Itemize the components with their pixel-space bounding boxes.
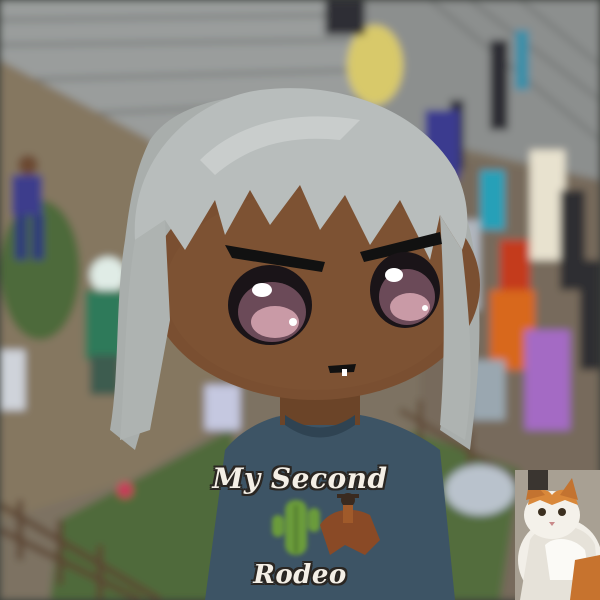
avatar-eye-left <box>228 265 312 345</box>
npc-lavender <box>205 385 240 430</box>
avatar-eye-right <box>370 252 440 328</box>
game-scene <box>0 0 600 600</box>
npc-dark-top <box>325 0 365 35</box>
npc-white-left <box>0 350 25 410</box>
game-screenshot: My Second Rodeo <box>0 0 600 600</box>
shirt-text-line1: My Second <box>212 462 388 495</box>
shirt-text-line2: Rodeo <box>253 560 347 590</box>
npc-yellow <box>347 25 403 105</box>
